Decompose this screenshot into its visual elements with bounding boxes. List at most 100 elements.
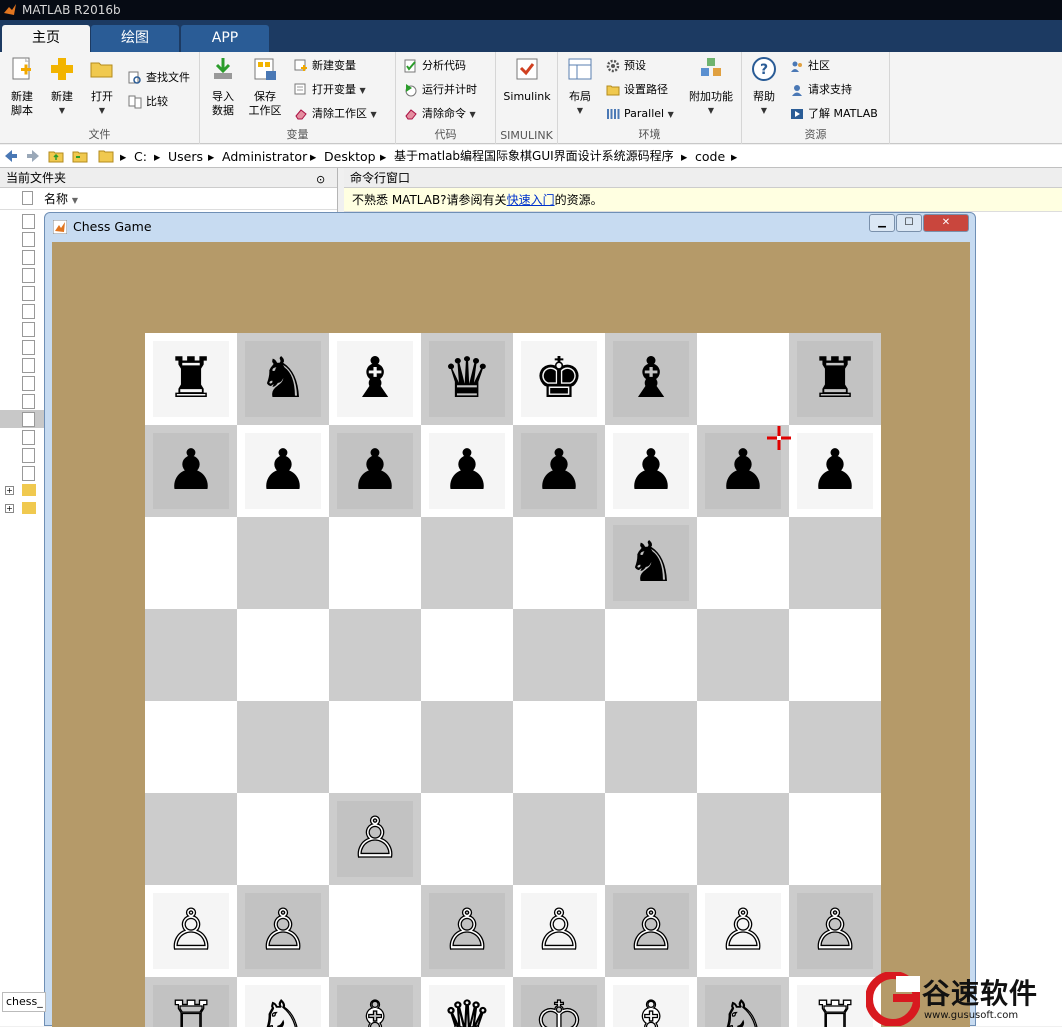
black-pawn-piece[interactable]: ♟ (797, 433, 873, 509)
board-square[interactable]: ♙ (237, 885, 329, 977)
white-knight-piece[interactable]: ♘ (245, 985, 321, 1027)
board-square[interactable]: ♟ (605, 425, 697, 517)
getting-started-link[interactable]: 快速入门 (507, 193, 555, 207)
board-square[interactable]: ♘ (697, 977, 789, 1027)
maximize-button[interactable]: ☐ (896, 214, 922, 232)
board-square[interactable]: ♗ (605, 977, 697, 1027)
addons-button[interactable]: 附加功能 ▼ (688, 56, 734, 118)
board-square[interactable]: ♟ (237, 425, 329, 517)
panel-menu-icon[interactable]: ⊙ (316, 170, 325, 190)
mfile-icon[interactable] (22, 358, 35, 373)
white-knight-piece[interactable]: ♘ (705, 985, 781, 1027)
help-button[interactable]: ? 帮助 ▼ (748, 56, 780, 118)
mfile-icon[interactable] (22, 412, 35, 427)
board-square[interactable]: ♟ (145, 425, 237, 517)
board-square[interactable] (237, 517, 329, 609)
board-square[interactable]: ♚ (513, 333, 605, 425)
name-column-header[interactable]: 名称 ▼ (0, 188, 337, 210)
black-pawn-piece[interactable]: ♟ (429, 433, 505, 509)
white-pawn-piece[interactable]: ♙ (429, 893, 505, 969)
open-button[interactable]: 打开 ▼ (86, 56, 118, 118)
board-square[interactable] (605, 793, 697, 885)
board-square[interactable]: ♜ (789, 333, 881, 425)
mfile-icon[interactable] (22, 340, 35, 355)
board-square[interactable]: ♗ (329, 977, 421, 1027)
new-variable-button[interactable]: 新建变量 (294, 56, 356, 76)
simulink-button[interactable]: Simulink (502, 56, 552, 104)
board-square[interactable] (421, 517, 513, 609)
board-square[interactable]: ♔ (513, 977, 605, 1027)
white-bishop-piece[interactable]: ♗ (613, 985, 689, 1027)
board-square[interactable] (789, 609, 881, 701)
breadcrumb-c[interactable]: C: (134, 145, 147, 168)
board-square[interactable] (605, 701, 697, 793)
board-square[interactable]: ♜ (145, 333, 237, 425)
black-pawn-piece[interactable]: ♟ (337, 433, 413, 509)
board-square[interactable] (329, 885, 421, 977)
board-square[interactable]: ♙ (697, 885, 789, 977)
board-square[interactable]: ♟ (329, 425, 421, 517)
clear-workspace-button[interactable]: 清除工作区 ▼ (294, 104, 377, 124)
white-pawn-piece[interactable]: ♙ (797, 893, 873, 969)
expand-toggle-icon[interactable]: + (5, 486, 14, 495)
black-knight-piece[interactable]: ♞ (245, 341, 321, 417)
new-script-button[interactable]: 新建 脚本 (6, 56, 38, 118)
back-arrow-icon[interactable] (3, 148, 19, 164)
breadcrumb-project[interactable]: 基于matlab编程国际象棋GUI界面设计系统源码程序 (394, 145, 674, 168)
white-queen-piece[interactable]: ♕ (429, 985, 505, 1027)
board-square[interactable] (605, 609, 697, 701)
board-square[interactable] (513, 793, 605, 885)
mfile-icon[interactable] (22, 286, 35, 301)
board-square[interactable]: ♙ (605, 885, 697, 977)
browse-folder-icon[interactable] (72, 148, 88, 164)
board-square[interactable] (237, 609, 329, 701)
white-pawn-piece[interactable]: ♙ (705, 893, 781, 969)
mfile-icon[interactable] (22, 376, 35, 391)
board-square[interactable] (789, 701, 881, 793)
board-square[interactable]: ♖ (145, 977, 237, 1027)
mfile-icon[interactable] (22, 322, 35, 337)
board-square[interactable]: ♝ (329, 333, 421, 425)
folder-icon[interactable] (22, 502, 36, 514)
board-square[interactable] (697, 333, 789, 425)
black-bishop-piece[interactable]: ♝ (337, 341, 413, 417)
import-data-button[interactable]: 导入 数据 (206, 56, 240, 118)
black-pawn-piece[interactable]: ♟ (613, 433, 689, 509)
breadcrumb-code[interactable]: code (695, 145, 725, 168)
board-square[interactable]: ♕ (421, 977, 513, 1027)
tab-home[interactable]: 主页 (2, 25, 90, 52)
white-pawn-piece[interactable]: ♙ (521, 893, 597, 969)
expand-toggle-icon[interactable]: + (5, 504, 14, 513)
layout-button[interactable]: 布局 ▼ (564, 56, 596, 118)
mfile-icon[interactable] (22, 214, 35, 229)
mfile-icon[interactable] (22, 394, 35, 409)
black-rook-piece[interactable]: ♜ (153, 341, 229, 417)
board-square[interactable]: ♙ (421, 885, 513, 977)
board-square[interactable]: ♟ (421, 425, 513, 517)
run-and-time-button[interactable]: 运行并计时 (404, 80, 477, 100)
white-bishop-piece[interactable]: ♗ (337, 985, 413, 1027)
board-square[interactable] (329, 517, 421, 609)
white-rook-piece[interactable]: ♖ (797, 985, 873, 1027)
board-square[interactable]: ♙ (145, 885, 237, 977)
black-pawn-piece[interactable]: ♟ (245, 433, 321, 509)
mfile-icon[interactable] (22, 430, 35, 445)
white-rook-piece[interactable]: ♖ (153, 985, 229, 1027)
breadcrumb-administrator[interactable]: Administrator (222, 145, 307, 168)
board-square[interactable] (421, 793, 513, 885)
board-square[interactable] (789, 793, 881, 885)
learn-matlab-button[interactable]: 了解 MATLAB (790, 104, 878, 124)
breadcrumb-desktop[interactable]: Desktop (324, 145, 376, 168)
board-square[interactable] (421, 701, 513, 793)
mfile-icon[interactable] (22, 232, 35, 247)
folder-icon[interactable] (22, 484, 36, 496)
white-king-piece[interactable]: ♔ (521, 985, 597, 1027)
board-square[interactable]: ♞ (605, 517, 697, 609)
board-square[interactable] (789, 517, 881, 609)
board-square[interactable]: ♛ (421, 333, 513, 425)
board-square[interactable] (329, 609, 421, 701)
mfile-icon[interactable] (22, 466, 35, 481)
board-square[interactable]: ♞ (237, 333, 329, 425)
breadcrumb-users[interactable]: Users (168, 145, 203, 168)
board-square[interactable] (513, 517, 605, 609)
